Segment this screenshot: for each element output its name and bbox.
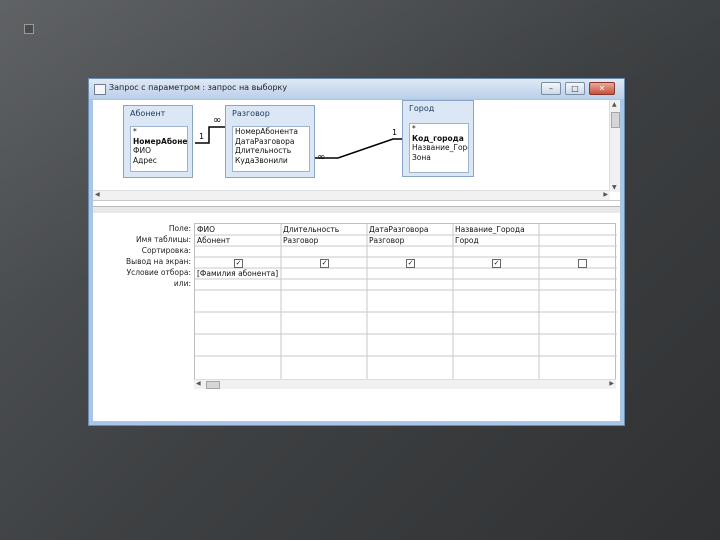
scroll-left-icon[interactable]: ◀ — [196, 380, 201, 387]
grid-field-cell[interactable]: ДатаРазговора — [369, 225, 451, 234]
grid-table-cell[interactable]: Абонент — [197, 236, 279, 245]
grid-table-cell[interactable]: Разговор — [369, 236, 451, 245]
checkbox-icon[interactable]: ✓ — [234, 259, 243, 268]
relationship-lines — [195, 126, 402, 159]
row-label-criteria: Условие отбора: — [126, 268, 191, 277]
close-button[interactable]: ✕ — [589, 82, 615, 95]
grid-table-cell[interactable]: Разговор — [283, 236, 365, 245]
relation-one-label: 1 — [392, 128, 398, 137]
slide-bullet-icon — [24, 24, 34, 34]
top-horizontal-scrollbar[interactable]: ◀ ▶ — [93, 190, 610, 200]
row-label-table: Имя таблицы: — [136, 235, 191, 244]
checkbox-icon[interactable]: ✓ — [406, 259, 415, 268]
top-vertical-scrollbar[interactable]: ▲ ▼ — [609, 100, 620, 192]
query-designer: Абонент * НомерАбонент ФИО Адрес Разгово… — [93, 100, 620, 421]
grid-field-cell[interactable]: Название_Города — [455, 225, 537, 234]
relation-line-razgovor-gorod — [315, 138, 402, 159]
maximize-button[interactable]: □ — [565, 82, 585, 95]
title-bar[interactable]: Запрос с параметром : запрос на выборку … — [89, 79, 624, 99]
window-icon — [94, 84, 106, 95]
scroll-right-icon[interactable]: ▶ — [603, 191, 608, 198]
checkbox-icon[interactable]: ✓ — [320, 259, 329, 268]
checkbox-icon[interactable] — [578, 259, 587, 268]
row-label-show: Вывод на экран: — [126, 257, 191, 266]
table-pane: Абонент * НомерАбонент ФИО Адрес Разгово… — [93, 100, 620, 201]
scroll-thumb[interactable] — [206, 381, 220, 389]
grid-lines — [195, 224, 617, 380]
scroll-right-icon[interactable]: ▶ — [609, 380, 614, 387]
scroll-left-icon[interactable]: ◀ — [95, 191, 100, 198]
query-grid: ФИО Абонент ✓ [Фамилия абонента] Длитель… — [194, 223, 617, 383]
grid-criteria-cell[interactable]: [Фамилия абонента] — [197, 269, 281, 278]
window-title: Запрос с параметром : запрос на выборку — [109, 83, 288, 92]
checkbox-icon[interactable]: ✓ — [492, 259, 501, 268]
scroll-up-icon[interactable]: ▲ — [612, 101, 617, 108]
row-label-or: или: — [173, 279, 191, 288]
relation-many-label: ∞ — [213, 115, 222, 126]
grid-field-cell[interactable]: Длительность — [283, 225, 365, 234]
grid-table-cell[interactable]: Город — [455, 236, 537, 245]
query-grid-pane: Поле: Имя таблицы: Сортировка: Вывод на … — [93, 213, 620, 421]
query-window: Запрос с параметром : запрос на выборку … — [88, 78, 625, 426]
minimize-button[interactable]: – — [541, 82, 561, 95]
scroll-thumb[interactable] — [611, 112, 620, 128]
row-label-sort: Сортировка: — [141, 246, 191, 255]
grid-horizontal-scrollbar[interactable]: ◀ ▶ — [194, 379, 616, 389]
grid-field-cell[interactable]: ФИО — [197, 225, 279, 234]
relation-many-label: ∞ — [317, 152, 326, 163]
scroll-down-icon[interactable]: ▼ — [612, 184, 617, 191]
relation-one-label: 1 — [199, 132, 205, 141]
row-label-field: Поле: — [168, 224, 191, 233]
